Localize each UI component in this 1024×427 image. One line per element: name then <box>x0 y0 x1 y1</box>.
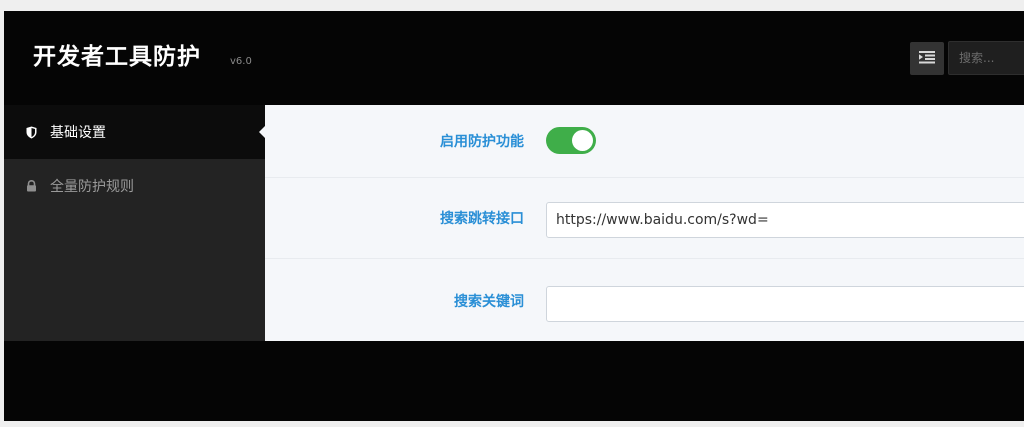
app-version: v6.0 <box>230 56 252 67</box>
indent-list-icon <box>919 49 935 68</box>
menu-toggle-button[interactable] <box>910 42 944 75</box>
settings-form: 启用防护功能 搜索跳转接口 搜索关键词 <box>265 105 1024 341</box>
sidebar-item-protection-rules[interactable]: 全量防护规则 <box>4 159 265 213</box>
form-row-search-api: 搜索跳转接口 <box>265 178 1024 259</box>
sidebar-item-basic-settings[interactable]: 基础设置 <box>4 105 265 159</box>
toggle-knob <box>572 130 593 151</box>
enable-protection-label: 启用防护功能 <box>440 134 524 150</box>
header: 开发者工具防护 v6.0 <box>4 11 1024 105</box>
search-api-label: 搜索跳转接口 <box>440 211 524 227</box>
search-api-input[interactable] <box>546 202 1024 238</box>
lock-icon <box>24 179 38 193</box>
search-keyword-label: 搜索关键词 <box>454 294 524 310</box>
app-window: 开发者工具防护 v6.0 基础设置 <box>4 11 1024 421</box>
search-keyword-input[interactable] <box>546 286 1024 322</box>
shield-icon <box>24 125 38 139</box>
sidebar-item-label: 基础设置 <box>50 125 106 141</box>
sidebar-item-label: 全量防护规则 <box>50 179 134 195</box>
search-input[interactable] <box>948 41 1024 75</box>
enable-protection-toggle[interactable] <box>546 127 596 154</box>
form-row-search-keyword: 搜索关键词 <box>265 259 1024 341</box>
app-title: 开发者工具防护 <box>33 44 201 70</box>
form-row-enable: 启用防护功能 <box>265 105 1024 178</box>
sidebar: 基础设置 全量防护规则 <box>4 105 265 341</box>
